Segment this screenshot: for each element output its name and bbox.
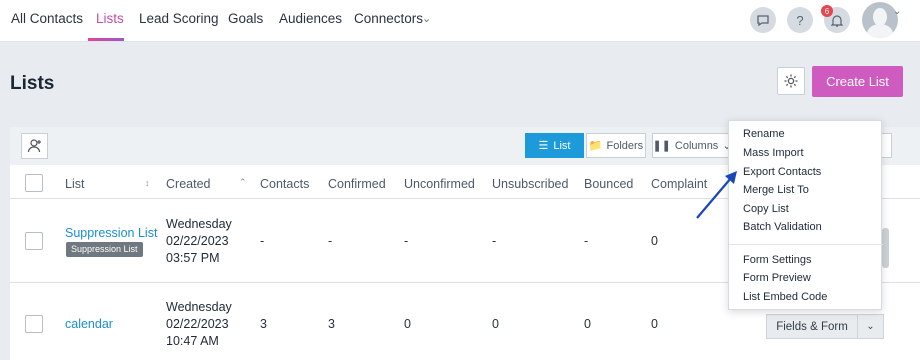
created-date: Wednesday 02/22/2023 10:47 AM — [166, 299, 232, 350]
columns-icon: ❚❚ — [652, 140, 671, 152]
chevron-down-icon[interactable]: ⌄ — [422, 12, 431, 25]
menu-item-rename[interactable]: Rename — [743, 128, 785, 140]
menu-item-form-preview[interactable]: Form Preview — [743, 272, 811, 284]
column-header-list[interactable]: List — [65, 177, 84, 191]
chevron-down-icon[interactable]: ⌄ — [893, 6, 901, 17]
menu-item-merge-list-to[interactable]: Merge List To — [743, 184, 809, 196]
list-icon: ☰ — [538, 140, 549, 152]
select-all-checkbox[interactable] — [25, 174, 43, 192]
created-date-value: 02/22/2023 — [166, 234, 229, 248]
chevron-down-icon[interactable]: ⌄ — [858, 314, 884, 339]
tab-lists[interactable]: Lists — [96, 11, 124, 26]
unconfirmed-value: - — [404, 234, 409, 248]
columns-dropdown[interactable]: ❚❚ Columns ⌄ — [652, 133, 732, 158]
top-nav: All Contacts Lists Lead Scoring Goals Au… — [0, 0, 920, 42]
tab-all-contacts[interactable]: All Contacts — [11, 11, 83, 26]
list-name-link[interactable]: calendar — [65, 317, 113, 331]
unsubscribed-value: - — [492, 234, 497, 248]
contacts-value: 3 — [260, 317, 267, 331]
column-header-contacts[interactable]: Contacts — [260, 177, 309, 191]
menu-item-export-contacts[interactable]: Export Contacts — [743, 166, 821, 178]
tab-connectors[interactable]: Connectors — [354, 11, 423, 26]
menu-item-copy-list[interactable]: Copy List — [743, 203, 789, 215]
create-list-button[interactable]: Create List — [812, 66, 903, 97]
column-header-unsubscribed[interactable]: Unsubscribed — [492, 177, 568, 191]
scrollbar[interactable] — [882, 228, 889, 268]
created-day: Wednesday — [166, 300, 232, 314]
list-view-label: List — [553, 139, 571, 152]
created-time: 10:47 AM — [166, 334, 219, 348]
menu-item-mass-import[interactable]: Mass Import — [743, 147, 804, 159]
help-icon[interactable]: ? — [787, 7, 813, 33]
notification-badge: 6 — [821, 5, 833, 17]
settings-button[interactable] — [777, 67, 805, 95]
created-date: Wednesday 02/22/2023 03:57 PM — [166, 216, 232, 267]
column-header-complaint[interactable]: Complaint — [651, 177, 707, 191]
row-checkbox[interactable] — [25, 315, 43, 333]
avatar-body-shape — [867, 24, 893, 38]
contacts-value: - — [260, 234, 265, 248]
menu-divider — [729, 244, 883, 245]
bounced-value: 0 — [584, 317, 591, 331]
menu-item-batch-validation[interactable]: Batch Validation — [743, 221, 822, 233]
list-view-toggle[interactable]: ☰ List — [525, 133, 584, 158]
created-day: Wednesday — [166, 217, 232, 231]
folders-view-toggle[interactable]: 📁 Folders — [586, 133, 646, 158]
complaint-value: 0 — [651, 317, 658, 331]
created-date-value: 02/22/2023 — [166, 317, 229, 331]
unsubscribed-value: 0 — [492, 317, 499, 331]
sort-ascending-icon[interactable]: ⌃ — [239, 177, 247, 188]
unconfirmed-value: 0 — [404, 317, 411, 331]
menu-item-list-embed-code[interactable]: List Embed Code — [743, 291, 827, 303]
fields-and-form-button[interactable]: Fields & Form — [766, 314, 858, 339]
gear-icon — [784, 74, 798, 88]
chat-icon[interactable] — [750, 7, 776, 33]
confirmed-value: 3 — [328, 317, 335, 331]
created-time: 03:57 PM — [166, 251, 220, 265]
list-actions-menu: Rename Mass Import Export Contacts Merge… — [728, 120, 883, 310]
sort-icon[interactable]: ↕ — [145, 178, 150, 188]
page-title: Lists — [10, 73, 55, 94]
column-header-bounced[interactable]: Bounced — [584, 177, 633, 191]
tab-goals[interactable]: Goals — [228, 11, 263, 26]
folders-view-label: Folders — [606, 139, 644, 152]
active-tab-indicator — [88, 38, 124, 41]
row-checkbox[interactable] — [25, 232, 43, 250]
list-name-link[interactable]: Suppression List — [65, 226, 157, 240]
tab-lead-scoring[interactable]: Lead Scoring — [139, 11, 219, 26]
confirmed-value: - — [328, 234, 333, 248]
add-user-icon — [27, 139, 41, 153]
columns-label: Columns — [674, 139, 719, 152]
column-header-unconfirmed[interactable]: Unconfirmed — [404, 177, 475, 191]
menu-item-form-settings[interactable]: Form Settings — [743, 254, 811, 266]
tab-audiences[interactable]: Audiences — [279, 11, 342, 26]
status-badge: Suppression List — [66, 242, 143, 257]
column-header-created[interactable]: Created — [166, 177, 210, 191]
complaint-value: 0 — [651, 234, 658, 248]
bounced-value: - — [584, 234, 589, 248]
column-header-confirmed[interactable]: Confirmed — [328, 177, 386, 191]
folder-icon: 📁 — [588, 140, 603, 152]
add-user-button[interactable] — [21, 133, 48, 159]
